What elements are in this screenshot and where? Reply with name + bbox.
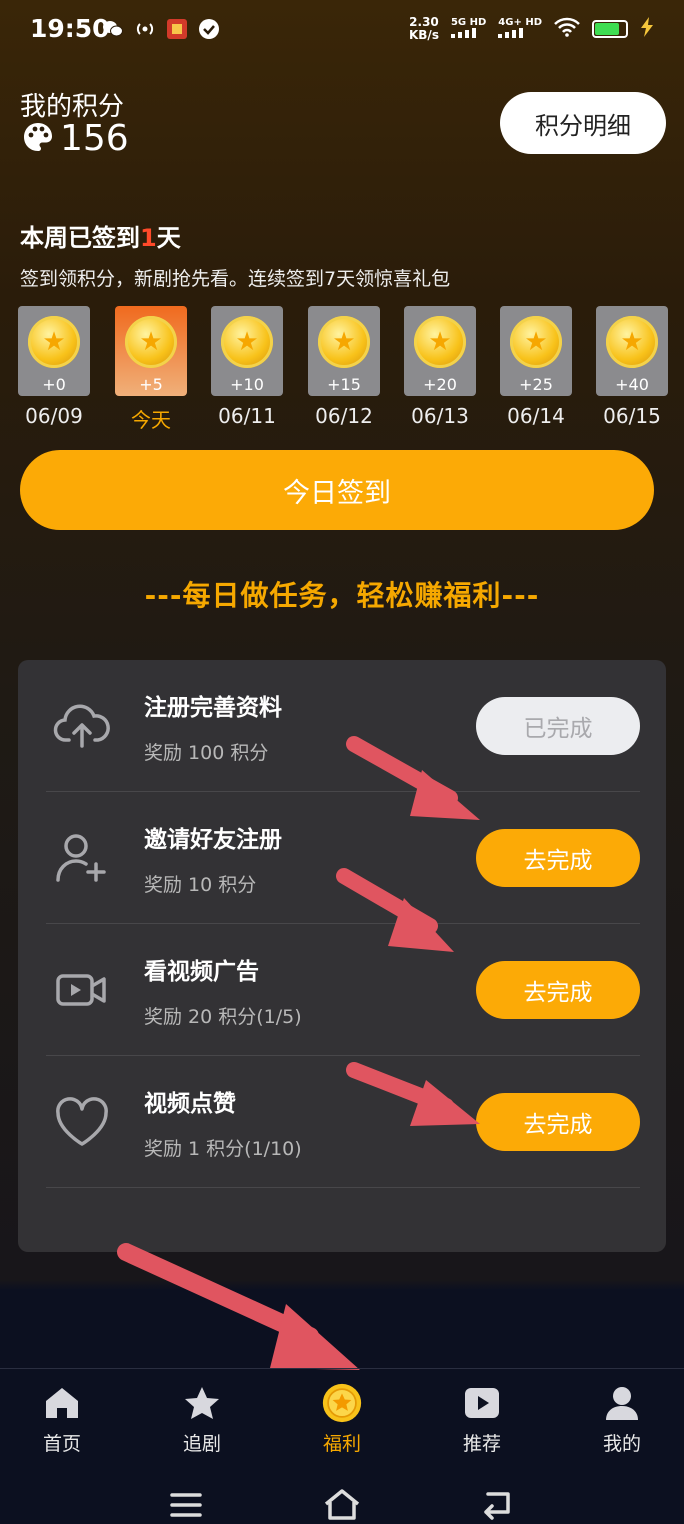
menu-icon[interactable] [170, 1492, 202, 1518]
day-date: 06/11 [218, 404, 276, 428]
battery-icon [592, 20, 628, 38]
day-date: 今天 [131, 408, 171, 432]
task-go-button[interactable]: 去完成 [476, 1093, 640, 1151]
checkin-day[interactable]: ★ +25 06/14 [500, 306, 572, 428]
nav-recommend[interactable]: 推荐 [432, 1383, 532, 1456]
points-detail-button[interactable]: 积分明细 [500, 92, 666, 154]
bottom-nav: 首页 追剧 福利 推荐 我的 [0, 1368, 684, 1464]
notification-icons [102, 18, 220, 40]
home-icon [42, 1383, 82, 1423]
cloud-upload-icon [52, 696, 112, 756]
coin-icon: ★ [318, 316, 370, 368]
day-date: 06/13 [411, 404, 469, 428]
home-nav-icon[interactable] [322, 1488, 362, 1520]
coin-icon [322, 1383, 362, 1423]
day-reward: +20 [423, 375, 457, 394]
day-reward: +10 [230, 375, 264, 394]
tasks-heading: ---每日做任务，轻松赚福利--- [144, 579, 540, 612]
day-reward: +15 [327, 375, 361, 394]
coin-icon: ★ [221, 316, 273, 368]
checkin-title: 本周已签到1天 [20, 224, 181, 252]
checkin-day[interactable]: ★ +10 06/11 [211, 306, 283, 428]
app-notification-icon [166, 18, 188, 40]
nav-welfare[interactable]: 福利 [292, 1383, 392, 1456]
day-date: 06/09 [25, 404, 83, 428]
task-reward: 奖励 20 积分(1/5) [144, 1006, 302, 1028]
task-name: 邀请好友注册 [144, 827, 282, 853]
checkin-subtitle: 签到领积分，新剧抢先看。连续签到7天领惊喜礼包 [20, 268, 451, 290]
star-icon [182, 1383, 222, 1423]
annotation-arrow [346, 1062, 480, 1126]
day-reward: +40 [615, 375, 649, 394]
checkin-day[interactable]: ★ +15 06/12 [308, 306, 380, 428]
task-completed-button[interactable]: 已完成 [476, 697, 640, 755]
points-balance: 156 [22, 118, 129, 159]
video-camera-icon [52, 960, 112, 1020]
wechat-icon [102, 18, 124, 40]
profile-icon [602, 1383, 642, 1423]
system-navigation [0, 1476, 684, 1524]
wifi-icon [554, 17, 580, 41]
day-date: 06/15 [603, 404, 661, 428]
annotation-arrow [336, 868, 454, 952]
checkin-day[interactable]: ★ +20 06/13 [404, 306, 476, 428]
nav-home[interactable]: 首页 [12, 1383, 112, 1456]
task-name: 视频点赞 [144, 1091, 236, 1117]
coin-icon: ★ [414, 316, 466, 368]
play-icon [462, 1383, 502, 1423]
task-reward: 奖励 100 积分 [144, 742, 269, 764]
check-circle-icon [198, 18, 220, 40]
task-go-button[interactable]: 去完成 [476, 961, 640, 1019]
coin-icon: ★ [510, 316, 562, 368]
task-name: 看视频广告 [144, 959, 259, 985]
annotation-arrow [117, 1243, 360, 1370]
day-reward: +5 [139, 375, 163, 394]
sim2-signal: 4G+ HD [498, 17, 542, 41]
charging-icon [640, 17, 654, 41]
day-date: 06/14 [507, 404, 565, 428]
daily-sign-in-button[interactable]: 今日签到 [20, 450, 654, 530]
task-name: 注册完善资料 [144, 695, 282, 721]
sim1-signal: 5G HD [450, 17, 486, 41]
status-bar: 19:50 2.30 KB/s 5G HD 4G+ HD [0, 0, 684, 64]
network-speed: 2.30 KB/s [408, 15, 439, 42]
palette-icon [22, 121, 54, 157]
coin-icon: ★ [28, 316, 80, 368]
clock: 19:50 [30, 14, 110, 43]
day-date: 06/12 [315, 404, 373, 428]
task-reward: 奖励 1 积分(1/10) [144, 1138, 302, 1160]
back-icon[interactable] [480, 1490, 516, 1520]
coin-icon: ★ [606, 316, 658, 368]
task-go-button[interactable]: 去完成 [476, 829, 640, 887]
annotation-arrow [346, 736, 480, 820]
checkin-day[interactable]: ★ +40 06/15 [596, 306, 668, 428]
day-reward: +0 [42, 375, 66, 394]
points-value: 156 [60, 118, 129, 159]
nav-following[interactable]: 追剧 [152, 1383, 252, 1456]
add-user-icon [52, 828, 112, 888]
day-reward: +25 [519, 375, 553, 394]
checkin-day-today[interactable]: ★ +5 今天 [115, 306, 187, 433]
nav-profile[interactable]: 我的 [572, 1383, 672, 1456]
task-reward: 奖励 10 积分 [144, 874, 257, 896]
coin-icon: ★ [125, 316, 177, 368]
heart-icon [52, 1092, 112, 1152]
system-indicators: 2.30 KB/s 5G HD 4G+ HD [409, 16, 654, 42]
hotspot-icon [134, 18, 156, 40]
checkin-day[interactable]: ★ +0 06/09 [18, 306, 90, 428]
